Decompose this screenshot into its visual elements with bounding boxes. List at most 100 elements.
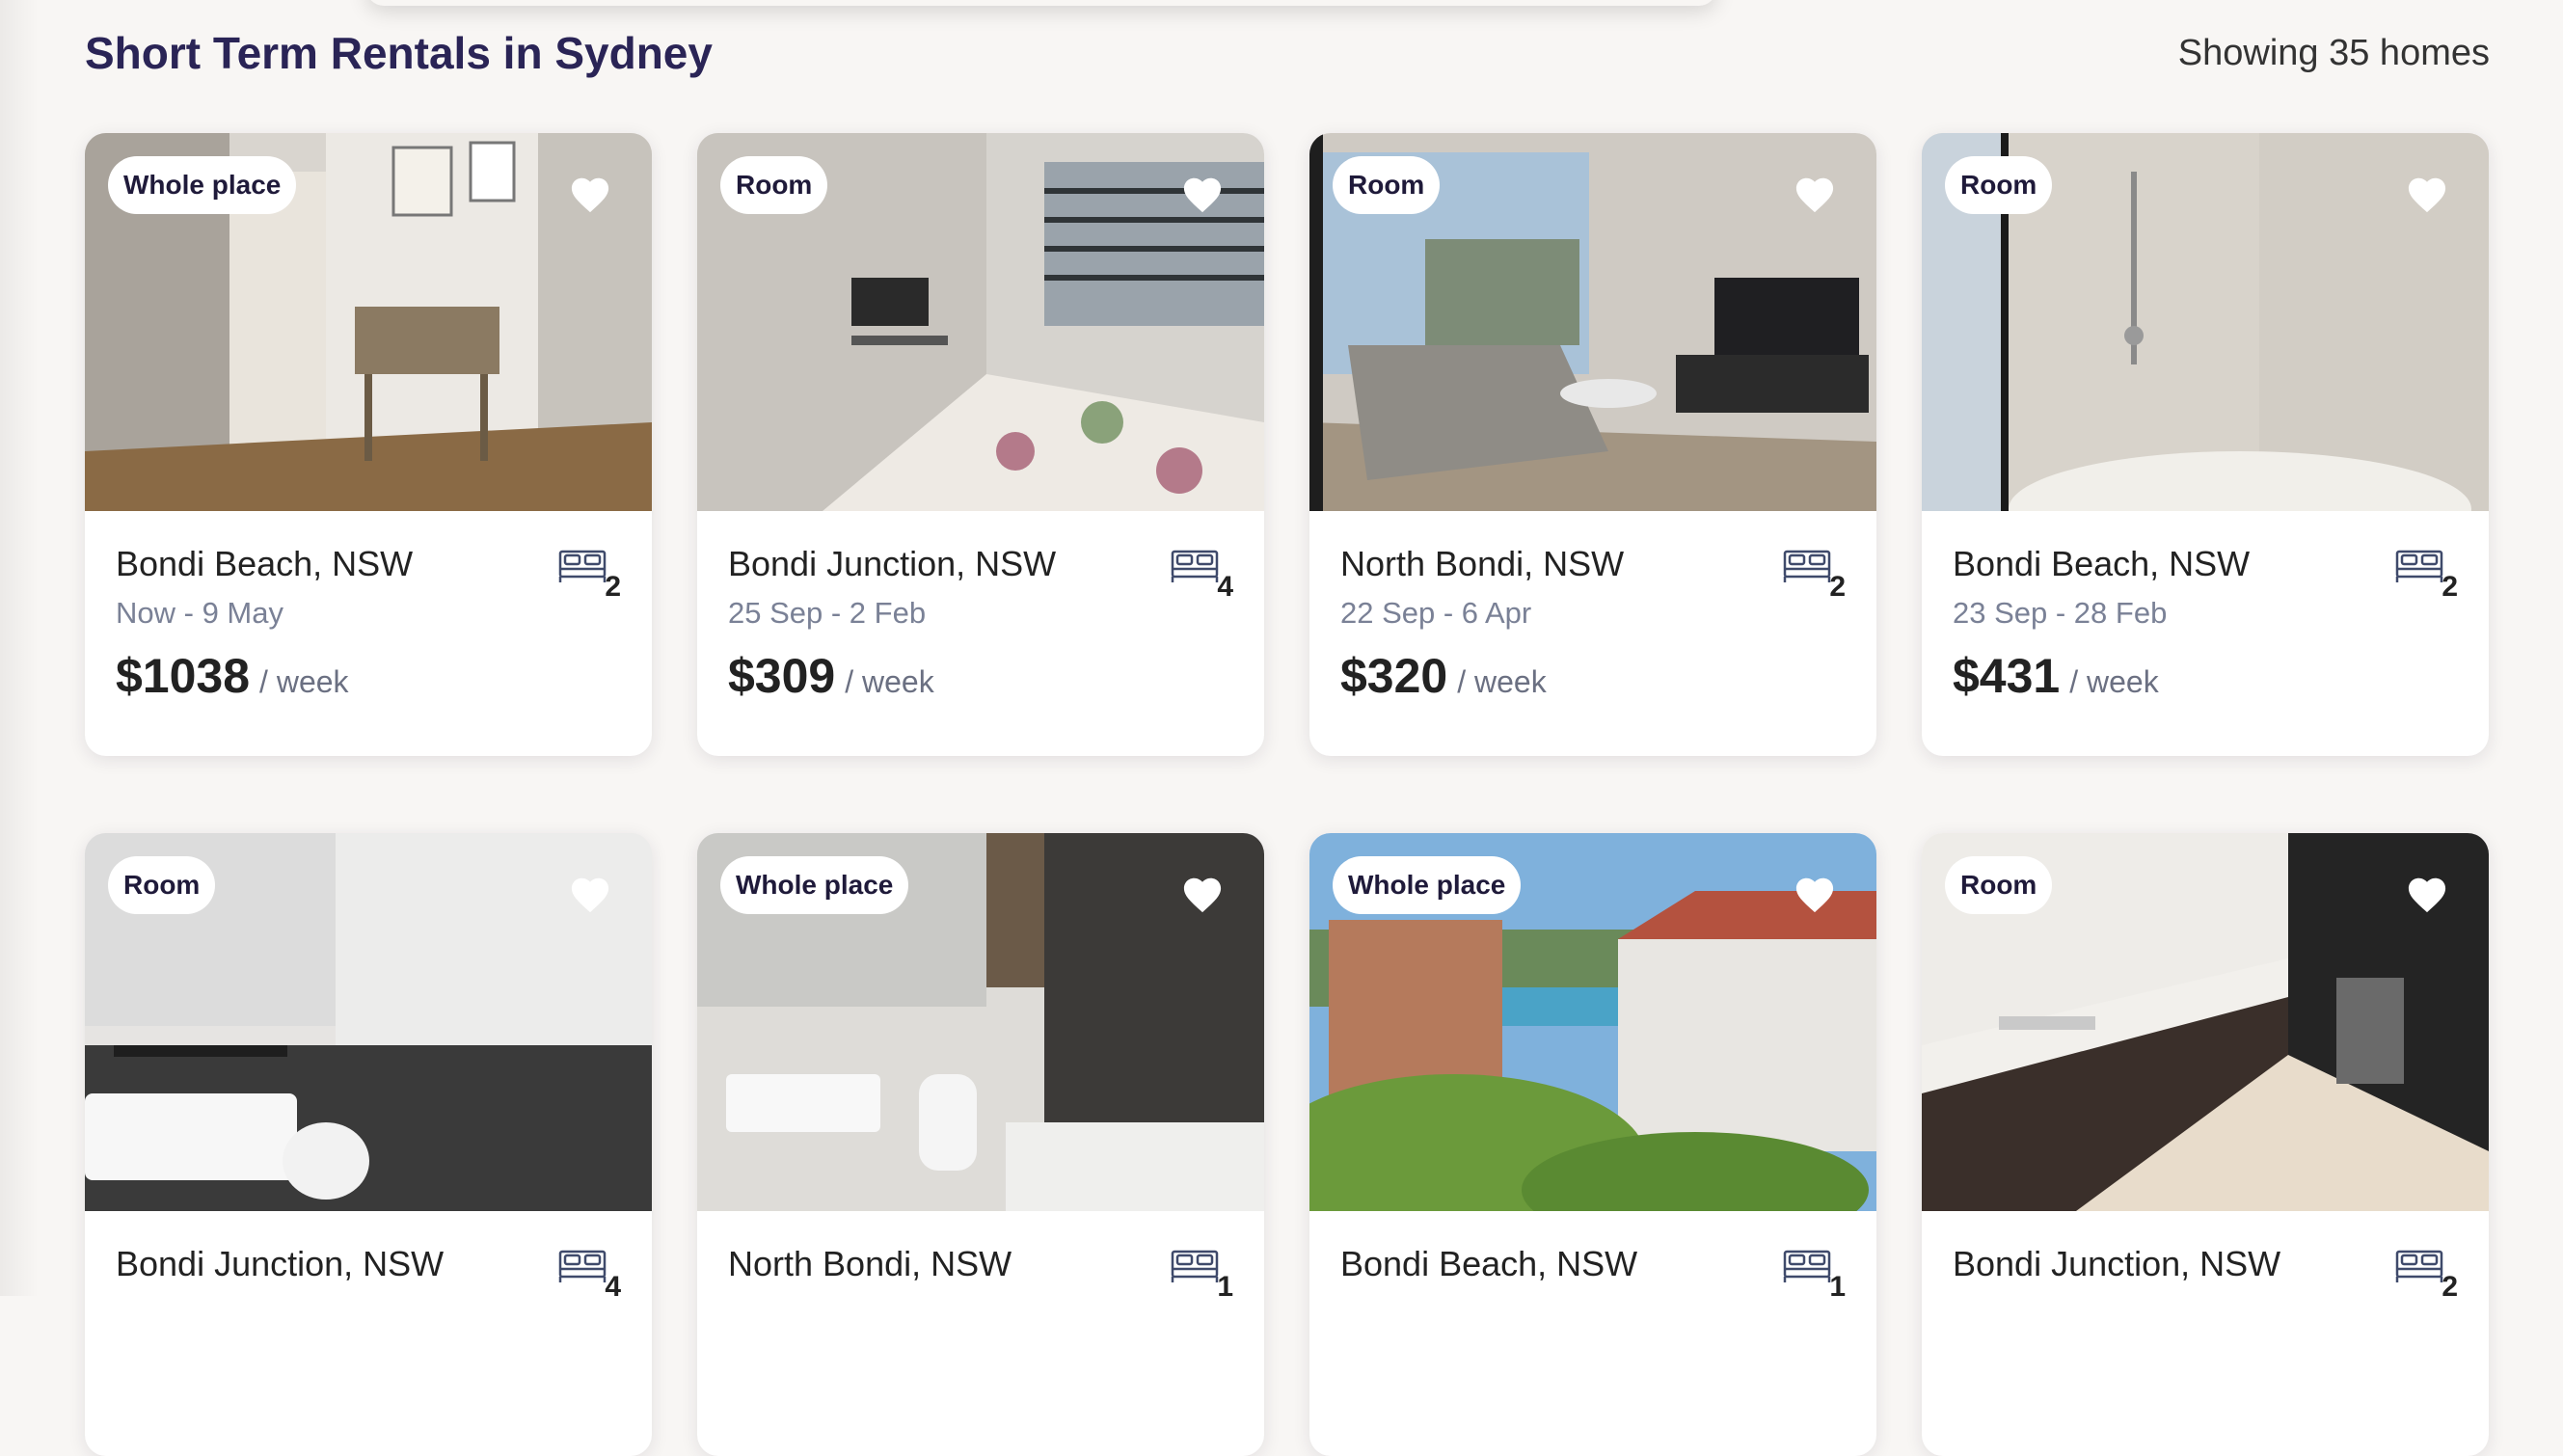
listing-price-row: $1038 / week <box>116 648 349 704</box>
favorite-button[interactable] <box>2406 175 2448 214</box>
listing-type-badge: Whole place <box>720 856 909 914</box>
bed-count: 1 <box>1782 1246 1846 1304</box>
bed-count: 2 <box>1782 546 1846 604</box>
listing-dates: 25 Sep - 2 Feb <box>728 596 927 630</box>
bed-count-value: 2 <box>605 571 621 603</box>
listing-type-badge: Room <box>1333 156 1441 214</box>
bed-icon <box>558 550 607 582</box>
listing-price-row: $309 / week <box>728 648 934 704</box>
listing-card[interactable]: Whole place Bondi Beach, NSW 1 <box>1309 833 1876 1456</box>
listing-price: $1038 <box>116 649 251 703</box>
listing-location: Bondi Junction, NSW <box>728 544 1057 583</box>
bed-count: 4 <box>557 1246 621 1304</box>
listing-location: Bondi Junction, NSW <box>1953 1244 2281 1283</box>
listing-location: Bondi Beach, NSW <box>1953 544 2251 583</box>
bed-icon <box>2395 1250 2443 1282</box>
bed-count-value: 2 <box>1829 571 1846 603</box>
listing-photo[interactable]: Room <box>1922 133 2489 511</box>
heart-icon <box>1183 877 1222 913</box>
heart-icon <box>2408 177 2446 213</box>
listing-photo[interactable]: Whole place <box>85 133 652 511</box>
listing-price-row: $431 / week <box>1953 648 2159 704</box>
bed-count-value: 4 <box>605 1271 621 1303</box>
listing-price-unit: / week <box>2069 664 2159 699</box>
listing-price-unit: / week <box>259 664 349 699</box>
page-edge-shadow <box>0 0 39 1296</box>
bed-count-value: 2 <box>2442 571 2458 603</box>
listing-price-row: $320 / week <box>1340 648 1547 704</box>
favorite-button[interactable] <box>2406 876 2448 914</box>
listing-price-unit: / week <box>845 664 934 699</box>
heart-icon <box>571 877 609 913</box>
bed-count: 2 <box>2394 546 2458 604</box>
listing-type-badge: Room <box>1945 156 2053 214</box>
listing-info: North Bondi, NSW 22 Sep - 6 Apr $320 / w… <box>1309 511 1876 756</box>
listing-photo[interactable]: Room <box>1309 133 1876 511</box>
results-header: Short Term Rentals in Sydney Showing 35 … <box>85 23 2490 91</box>
listing-location: North Bondi, NSW <box>728 1244 1012 1283</box>
listing-type-badge: Room <box>720 156 828 214</box>
heart-icon <box>1795 877 1834 913</box>
listing-info: North Bondi, NSW 1 <box>697 1211 1264 1456</box>
bed-icon <box>558 1250 607 1282</box>
listing-location: Bondi Beach, NSW <box>116 544 414 583</box>
bed-count: 2 <box>557 546 621 604</box>
listing-location: Bondi Beach, NSW <box>1340 1244 1638 1283</box>
favorite-button[interactable] <box>569 876 611 914</box>
listing-card[interactable]: Room North Bondi, NSW 22 Sep - 6 Apr $32… <box>1309 133 1876 756</box>
bed-icon <box>2395 550 2443 582</box>
listing-card[interactable]: Whole place North Bondi, NSW 1 <box>697 833 1264 1456</box>
listing-dates: 22 Sep - 6 Apr <box>1340 596 1532 630</box>
listing-dates: Now - 9 May <box>116 596 283 630</box>
bed-count: 2 <box>2394 1246 2458 1304</box>
favorite-button[interactable] <box>569 175 611 214</box>
bed-icon <box>1783 1250 1831 1282</box>
listing-photo[interactable]: Room <box>697 133 1264 511</box>
bed-count-value: 4 <box>1217 571 1233 603</box>
bed-count: 4 <box>1170 546 1233 604</box>
listing-info: Bondi Junction, NSW 25 Sep - 2 Feb $309 … <box>697 511 1264 756</box>
listing-info: Bondi Beach, NSW 23 Sep - 28 Feb $431 / … <box>1922 511 2489 756</box>
listing-info: Bondi Junction, NSW 2 <box>1922 1211 2489 1456</box>
page-title: Short Term Rentals in Sydney <box>85 28 713 78</box>
listing-price: $320 <box>1340 649 1448 703</box>
bed-icon <box>1171 550 1219 582</box>
listing-type-badge: Whole place <box>108 156 297 214</box>
listing-type-badge: Whole place <box>1333 856 1522 914</box>
heart-icon <box>1183 177 1222 213</box>
listing-price: $309 <box>728 649 836 703</box>
listing-price: $431 <box>1953 649 2061 703</box>
bed-icon <box>1783 550 1831 582</box>
bed-count: 1 <box>1170 1246 1233 1304</box>
favorite-button[interactable] <box>1181 876 1224 914</box>
bed-count-value: 1 <box>1829 1271 1846 1303</box>
listing-card[interactable]: Room Bondi Junction, NSW 4 <box>85 833 652 1456</box>
listing-dates: 23 Sep - 28 Feb <box>1953 596 2168 630</box>
listing-card[interactable]: Room Bondi Beach, NSW 23 Sep - 28 Feb $4… <box>1922 133 2489 756</box>
results-count: Showing 35 homes <box>2177 33 2490 73</box>
listing-card[interactable]: Room Bondi Junction, NSW 25 Sep - 2 Feb … <box>697 133 1264 756</box>
bed-icon <box>1171 1250 1219 1282</box>
listing-info: Bondi Beach, NSW Now - 9 May $1038 / wee… <box>85 511 652 756</box>
listing-location: Bondi Junction, NSW <box>116 1244 445 1283</box>
listing-photo[interactable]: Whole place <box>697 833 1264 1211</box>
listing-type-badge: Room <box>1945 856 2053 914</box>
favorite-button[interactable] <box>1181 175 1224 214</box>
listing-location: North Bondi, NSW <box>1340 544 1625 583</box>
listing-photo[interactable]: Whole place <box>1309 833 1876 1211</box>
search-bar-shadow <box>366 0 1716 6</box>
heart-icon <box>2408 877 2446 913</box>
listing-price-unit: / week <box>1457 664 1547 699</box>
listings-grid: Whole place Bondi Beach, NSW Now - 9 May… <box>85 133 2490 1456</box>
bed-count-value: 2 <box>2442 1271 2458 1303</box>
listing-card[interactable]: Room Bondi Junction, NSW 2 <box>1922 833 2489 1456</box>
listing-photo[interactable]: Room <box>1922 833 2489 1211</box>
listing-info: Bondi Beach, NSW 1 <box>1309 1211 1876 1456</box>
listing-info: Bondi Junction, NSW 4 <box>85 1211 652 1456</box>
favorite-button[interactable] <box>1794 175 1836 214</box>
listing-type-badge: Room <box>108 856 216 914</box>
bed-count-value: 1 <box>1217 1271 1233 1303</box>
listing-photo[interactable]: Room <box>85 833 652 1211</box>
listing-card[interactable]: Whole place Bondi Beach, NSW Now - 9 May… <box>85 133 652 756</box>
favorite-button[interactable] <box>1794 876 1836 914</box>
